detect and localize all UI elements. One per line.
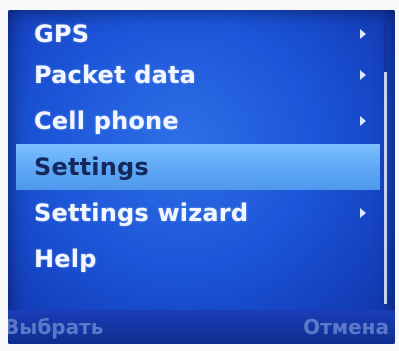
- scrollbar-thumb[interactable]: [384, 72, 387, 304]
- menu-item-cell-phone[interactable]: Cell phone: [8, 98, 380, 144]
- phone-frame: GPS Packet data Cell phone Settings Sett…: [0, 0, 399, 351]
- chevron-right-icon: [360, 70, 366, 80]
- menu-item-help[interactable]: Help: [8, 236, 380, 282]
- chevron-right-icon: [360, 29, 366, 39]
- menu-item-label: Settings: [34, 153, 149, 181]
- menu-item-packet-data[interactable]: Packet data: [8, 52, 380, 98]
- cancel-softkey[interactable]: Отмена: [303, 315, 389, 339]
- menu-list: GPS Packet data Cell phone Settings Sett…: [8, 20, 380, 282]
- menu-item-label: Help: [34, 245, 97, 273]
- menu-item-gps[interactable]: GPS: [8, 16, 380, 52]
- menu-item-label: GPS: [34, 20, 90, 48]
- menu-item-label: Packet data: [34, 61, 197, 89]
- menu-item-label: Cell phone: [34, 107, 179, 135]
- menu-item-label: Settings wizard: [34, 199, 249, 227]
- chevron-right-icon: [360, 208, 366, 218]
- menu-item-settings-wizard[interactable]: Settings wizard: [8, 190, 380, 236]
- chevron-right-icon: [360, 116, 366, 126]
- menu-item-settings[interactable]: Settings: [16, 144, 380, 190]
- softkey-bar: Выбрать Отмена: [8, 310, 395, 344]
- scrollbar[interactable]: [384, 18, 387, 304]
- select-softkey[interactable]: Выбрать: [8, 315, 103, 339]
- phone-screen: GPS Packet data Cell phone Settings Sett…: [8, 10, 395, 344]
